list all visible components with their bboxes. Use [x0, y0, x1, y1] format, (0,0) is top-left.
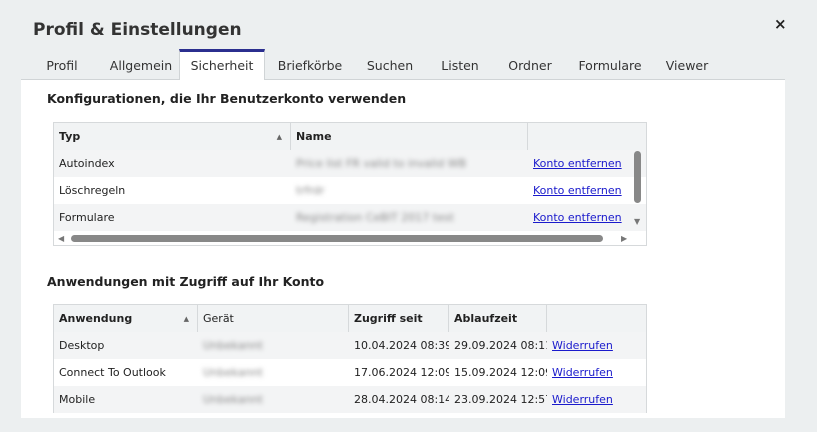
cell-app: Desktop: [59, 339, 105, 352]
config-table: Typ ▲ Name Autoindex Price list FR valid …: [53, 122, 647, 246]
vertical-scrollbar[interactable]: [634, 151, 641, 203]
scroll-down-icon[interactable]: ▼: [634, 217, 640, 226]
cell-app: Connect To Outlook: [59, 366, 166, 379]
cell-device: Unbekannt: [203, 339, 263, 352]
tab-formulare[interactable]: Formulare: [565, 49, 655, 79]
tab-briefkoerbe[interactable]: Briefkörbe: [265, 49, 355, 79]
table-header: Anwendung ▲ Gerät Zugriff seit Ablaufzeit: [54, 305, 646, 332]
column-header-action: [547, 305, 646, 332]
table-row: Autoindex Price list FR valid to invalid…: [54, 150, 646, 177]
tab-suchen[interactable]: Suchen: [355, 49, 425, 79]
cell-typ: Löschregeln: [59, 184, 126, 197]
cell-since: 10.04.2024 08:39: [354, 339, 449, 352]
tab-ordner[interactable]: Ordner: [495, 49, 565, 79]
column-header-anwendung[interactable]: Anwendung ▲: [54, 305, 198, 332]
cell-name: Price list FR valid to invalid WB: [296, 157, 467, 170]
cell-typ: Formulare: [59, 211, 115, 224]
tab-viewer[interactable]: Viewer: [655, 49, 719, 79]
column-header-name[interactable]: Name: [291, 123, 528, 150]
cell-since: 28.04.2024 08:14: [354, 393, 449, 406]
revoke-link[interactable]: Widerrufen: [552, 339, 613, 352]
cell-device: Unbekannt: [203, 393, 263, 406]
dialog-title: Profil & Einstellungen: [33, 20, 242, 40]
column-header-zugriff[interactable]: Zugriff seit: [349, 305, 449, 332]
table-row: Desktop Unbekannt 10.04.2024 08:39 29.09…: [54, 332, 646, 359]
cell-expires: 15.09.2024 12:09: [454, 366, 547, 379]
column-header-ablauf[interactable]: Ablaufzeit: [449, 305, 547, 332]
scrollbar-thumb[interactable]: [71, 234, 603, 242]
table-header: Typ ▲ Name: [54, 123, 646, 150]
cell-device: Unbekannt: [203, 366, 263, 379]
cell-expires: 23.09.2024 12:57: [454, 393, 547, 406]
table-row: Löschregeln trfrdr Konto entfernen: [54, 177, 646, 204]
table-row: Formulare Registration CeBIT 2017 test K…: [54, 204, 646, 231]
cell-since: 17.06.2024 12:09: [354, 366, 449, 379]
cell-name: trfrdr: [296, 184, 325, 197]
apps-table: Anwendung ▲ Gerät Zugriff seit Ablaufzeit…: [53, 304, 647, 413]
tab-listen[interactable]: Listen: [425, 49, 495, 79]
sort-asc-icon: ▲: [276, 132, 282, 141]
tab-profil[interactable]: Profil: [21, 49, 103, 79]
config-heading: Konfigurationen, die Ihr Benutzerkonto v…: [47, 91, 407, 106]
horizontal-scrollbar[interactable]: ◀ ▶: [54, 231, 646, 245]
table-row: Mobile Unbekannt 28.04.2024 08:14 23.09.…: [54, 386, 646, 413]
cell-expires: 29.09.2024 08:11: [454, 339, 547, 352]
header-label: Anwendung: [59, 312, 133, 325]
cell-app: Mobile: [59, 393, 96, 406]
revoke-link[interactable]: Widerrufen: [552, 393, 613, 406]
cell-typ: Autoindex: [59, 157, 115, 170]
revoke-link[interactable]: Widerrufen: [552, 366, 613, 379]
tab-sicherheit[interactable]: Sicherheit: [179, 49, 265, 81]
scroll-left-icon[interactable]: ◀: [58, 234, 64, 243]
cell-name: Registration CeBIT 2017 test: [296, 211, 454, 224]
column-header-geraet[interactable]: Gerät: [198, 305, 349, 332]
close-icon[interactable]: ×: [774, 15, 787, 33]
remove-account-link[interactable]: Konto entfernen: [533, 157, 622, 170]
tab-allgemein[interactable]: Allgemein: [103, 49, 179, 79]
scroll-right-icon[interactable]: ▶: [621, 234, 627, 243]
apps-heading: Anwendungen mit Zugriff auf Ihr Konto: [47, 274, 325, 289]
column-header-action: [528, 123, 646, 150]
tab-bar: Profil Allgemein Sicherheit Briefkörbe S…: [21, 49, 785, 81]
remove-account-link[interactable]: Konto entfernen: [533, 184, 622, 197]
column-header-typ[interactable]: Typ ▲: [54, 123, 291, 150]
header-label: Typ: [59, 130, 81, 143]
sort-asc-icon: ▲: [183, 314, 189, 323]
table-row: Connect To Outlook Unbekannt 17.06.2024 …: [54, 359, 646, 386]
remove-account-link[interactable]: Konto entfernen: [533, 211, 622, 224]
